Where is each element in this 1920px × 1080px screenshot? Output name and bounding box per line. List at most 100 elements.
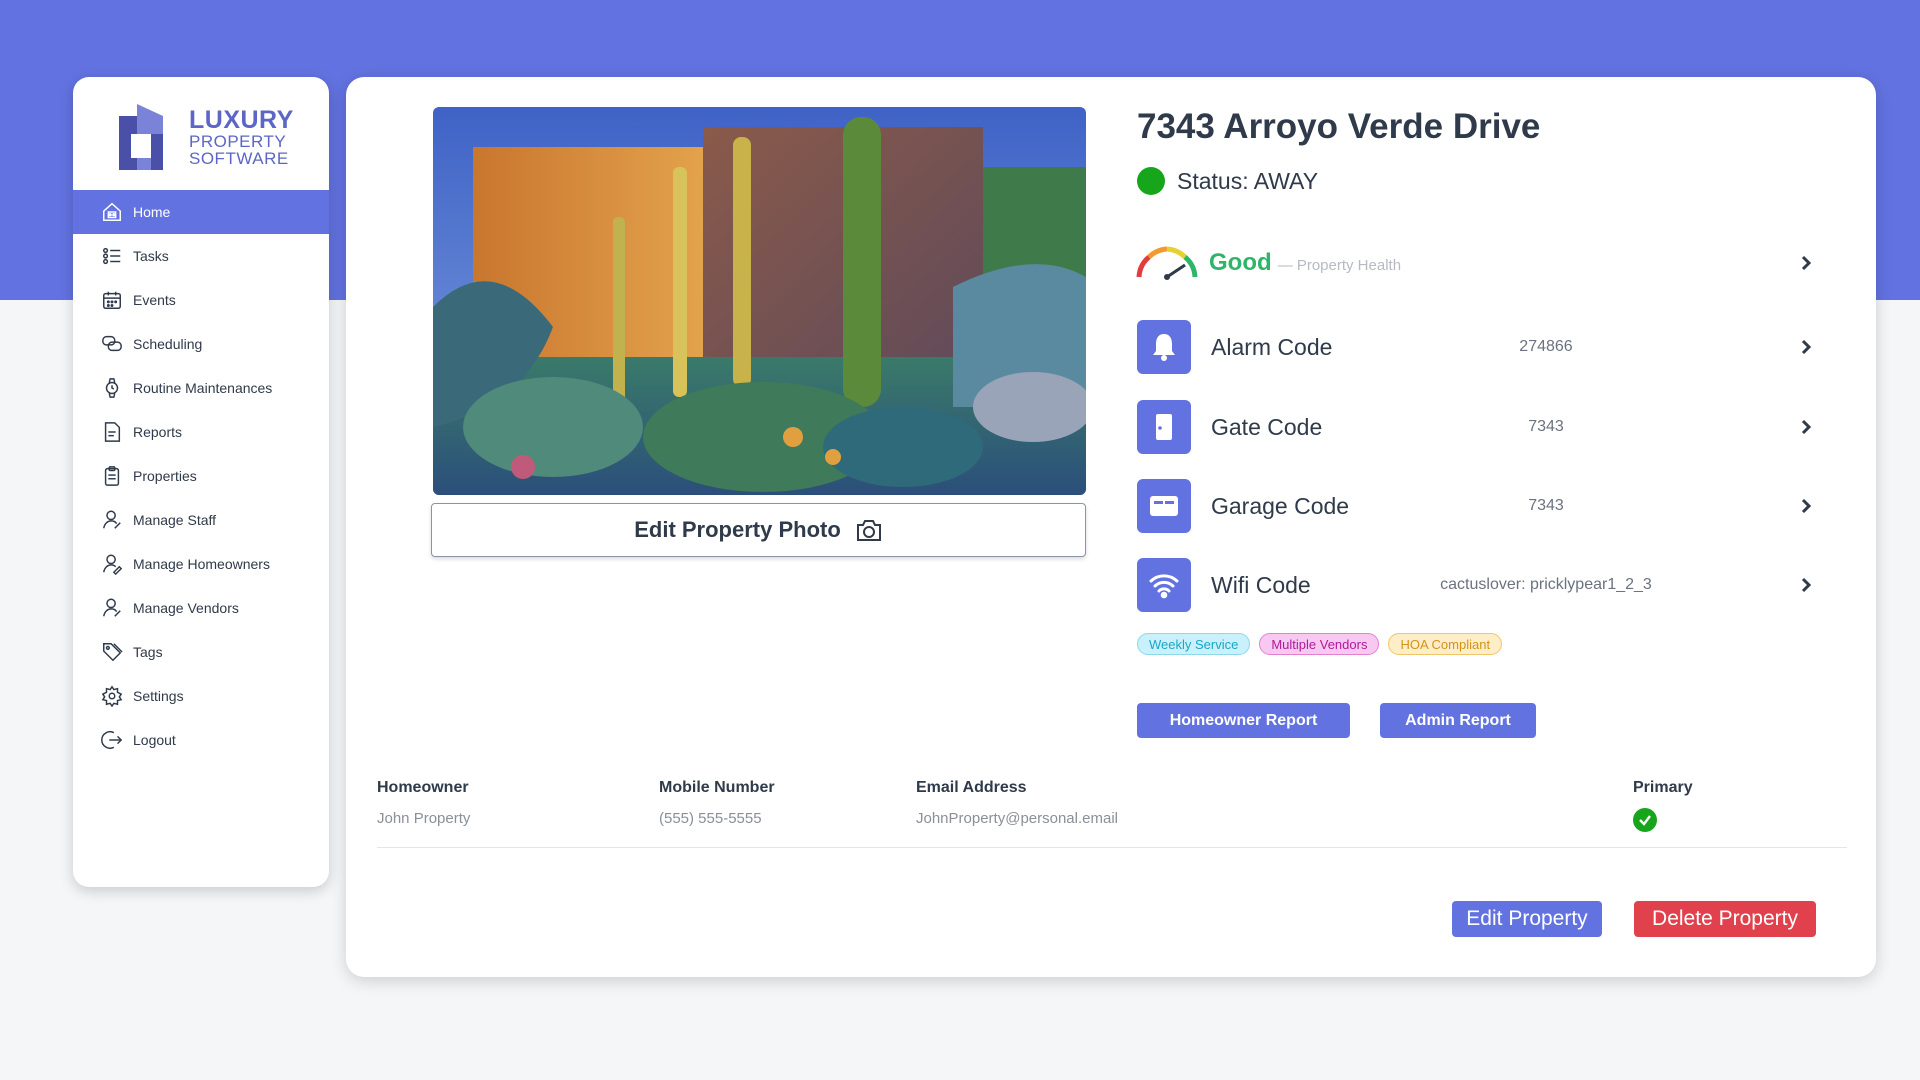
property-title: 7343 Arroyo Verde Drive <box>1137 107 1541 146</box>
bell-icon <box>1153 334 1175 361</box>
delete-property-button[interactable]: Delete Property <box>1634 901 1816 937</box>
logo-text-software: SOFTWARE <box>189 148 289 168</box>
table-divider <box>377 847 1847 848</box>
sidebar-item-label: Properties <box>133 468 197 484</box>
chevron-right-icon[interactable] <box>1799 338 1813 356</box>
edit-property-button[interactable]: Edit Property <box>1452 901 1602 937</box>
tag-icon <box>103 643 123 662</box>
gate-code-row[interactable]: Gate Code 7343 <box>1137 399 1813 455</box>
chevron-right-icon[interactable] <box>1799 497 1813 515</box>
tasks-icon <box>103 247 121 265</box>
status-text: Status: AWAY <box>1177 167 1319 194</box>
gear-icon <box>101 685 123 707</box>
sidebar-item-properties[interactable]: Properties <box>73 454 329 498</box>
chevron-right-icon[interactable] <box>1799 418 1813 436</box>
primary-check-icon <box>1633 808 1657 832</box>
sidebar-item-tasks[interactable]: Tasks <box>73 234 329 278</box>
status-indicator <box>1137 167 1165 195</box>
homeowner-email: JohnProperty@personal.email <box>916 810 1118 827</box>
tag-hoa-compliant[interactable]: HOA Compliant <box>1388 633 1503 655</box>
gauge-icon <box>1136 246 1198 280</box>
calendar-icon <box>103 291 121 309</box>
sidebar-item-manage-vendors[interactable]: Manage Vendors <box>73 586 329 630</box>
door-icon <box>1156 414 1172 440</box>
chevron-right-icon[interactable] <box>1799 576 1813 594</box>
sidebar-item-manage-staff[interactable]: Manage Staff <box>73 498 329 542</box>
sidebar-item-label: Tasks <box>133 248 169 264</box>
report-icon <box>104 422 121 442</box>
sidebar-item-tags[interactable]: Tags <box>73 630 329 674</box>
tag-multiple-vendors[interactable]: Multiple Vendors <box>1259 633 1380 655</box>
logo-mark-icon <box>119 104 163 170</box>
alarm-code-row[interactable]: Alarm Code 274866 <box>1137 319 1813 375</box>
health-label: — Property Health <box>1277 256 1402 274</box>
property-health-row[interactable]: Good — Property Health <box>1133 240 1813 286</box>
sidebar-item-label: Settings <box>133 688 184 704</box>
column-header-primary: Primary <box>1633 779 1693 796</box>
admin-report-button[interactable]: Admin Report <box>1380 703 1536 738</box>
property-photo <box>433 107 1086 495</box>
garage-icon <box>1150 496 1178 516</box>
alarm-code-icon-tile <box>1137 320 1191 374</box>
sidebar-item-label: Events <box>133 292 176 308</box>
person-edit-icon <box>103 554 123 575</box>
edit-photo-label: Edit Property Photo <box>634 517 841 542</box>
column-header-homeowner: Homeowner <box>377 779 469 796</box>
sidebar-item-logout[interactable]: Logout <box>73 718 329 762</box>
person-icon <box>103 510 121 529</box>
sidebar-item-routine-maintenances[interactable]: Routine Maintenances <box>73 366 329 410</box>
logout-icon <box>101 731 123 749</box>
wifi-code-icon-tile <box>1137 558 1191 612</box>
sidebar-item-label: Manage Vendors <box>133 600 239 616</box>
sidebar-item-label: Logout <box>133 732 176 748</box>
homeowner-name: John Property <box>377 810 471 827</box>
garage-code-icon-tile <box>1137 479 1191 533</box>
sidebar-item-label: Scheduling <box>133 336 203 352</box>
logo-text-luxury: LUXURY <box>189 105 294 134</box>
sidebar-item-settings[interactable]: Settings <box>73 674 329 718</box>
sidebar-item-reports[interactable]: Reports <box>73 410 329 454</box>
homeowner-report-button[interactable]: Homeowner Report <box>1137 703 1350 738</box>
chat-bubbles-icon <box>102 335 122 352</box>
chevron-right-icon[interactable] <box>1799 254 1813 272</box>
sidebar-item-label: Home <box>133 204 171 220</box>
alarm-code-value: 274866 <box>1519 338 1573 355</box>
garage-code-value: 7343 <box>1528 497 1564 514</box>
homeowners-table-header: Homeowner Mobile Number Email Address Pr… <box>377 779 1847 805</box>
health-rating: Good <box>1209 249 1272 276</box>
wifi-icon <box>1149 574 1179 599</box>
sidebar-item-label: Routine Maintenances <box>133 380 273 396</box>
sidebar-item-scheduling[interactable]: Scheduling <box>73 322 329 366</box>
logo-text-property: PROPERTY <box>189 131 287 151</box>
property-detail-card: Edit Property Photo 7343 Arroyo Verde Dr… <box>346 77 1876 977</box>
gate-code-icon-tile <box>1137 400 1191 454</box>
garage-code-label: Garage Code <box>1211 492 1350 519</box>
sidebar: LUXURY PROPERTY SOFTWARE Home Tasks Even… <box>73 77 329 887</box>
sidebar-item-manage-homeowners[interactable]: Manage Homeowners <box>73 542 329 586</box>
home-icon <box>103 202 121 221</box>
wifi-code-row[interactable]: Wifi Code cactuslover: pricklypear1_2_3 <box>1137 557 1813 613</box>
wifi-code-value: cactuslover: pricklypear1_2_3 <box>1440 576 1652 593</box>
homeowner-mobile: (555) 555-5555 <box>659 810 762 827</box>
sidebar-item-label: Reports <box>133 424 183 440</box>
sidebar-item-label: Tags <box>133 644 163 660</box>
sidebar-nav: Home Tasks Events Scheduling Routine Mai… <box>73 190 329 762</box>
property-status: Status: AWAY <box>1137 167 1318 195</box>
camera-icon <box>856 520 881 541</box>
table-row[interactable]: John Property (555) 555-5555 JohnPropert… <box>377 808 1847 836</box>
sidebar-item-home[interactable]: Home <box>73 190 329 234</box>
watch-icon <box>105 378 119 398</box>
property-tags: Weekly Service Multiple Vendors HOA Comp… <box>1137 633 1503 655</box>
sidebar-item-label: Manage Homeowners <box>133 556 270 572</box>
gate-code-label: Gate Code <box>1211 413 1323 440</box>
wifi-code-label: Wifi Code <box>1211 571 1311 598</box>
edit-property-photo-button[interactable]: Edit Property Photo <box>431 503 1086 557</box>
column-header-mobile: Mobile Number <box>659 779 775 796</box>
sidebar-item-events[interactable]: Events <box>73 278 329 322</box>
person-icon <box>103 598 121 617</box>
brand-logo[interactable]: LUXURY PROPERTY SOFTWARE <box>117 97 297 177</box>
tag-weekly-service[interactable]: Weekly Service <box>1137 633 1251 655</box>
garage-code-row[interactable]: Garage Code 7343 <box>1137 478 1813 534</box>
clipboard-icon <box>104 466 120 486</box>
gate-code-value: 7343 <box>1528 418 1564 435</box>
